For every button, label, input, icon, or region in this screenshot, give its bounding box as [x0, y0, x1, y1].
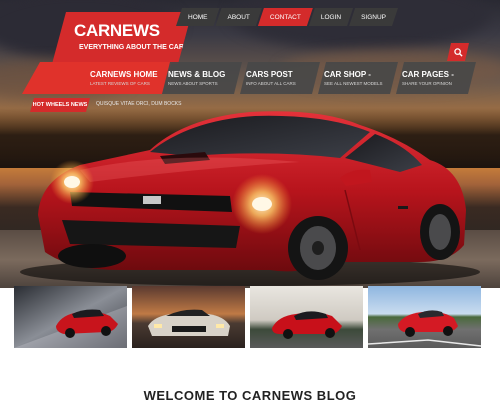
logo-name: CARNEWS	[74, 21, 160, 40]
logo-tagline: EVERYTHING ABOUT THE CARS	[79, 44, 189, 51]
top-nav-home[interactable]: HOME	[176, 8, 220, 26]
top-nav-login[interactable]: LOGIN	[309, 8, 353, 26]
main-nav: CARNEWS HOME LATEST REVIEWS OF CARS NEWS…	[84, 62, 474, 94]
main-nav-subtitle: LATEST REVIEWS OF CARS	[90, 81, 150, 86]
top-nav: HOME ABOUT CONTACT LOGIN SIGNUP	[180, 8, 398, 26]
welcome-title: WELCOME TO CARNEWS BLOG	[143, 388, 357, 400]
top-nav-signup[interactable]: SIGNUP	[349, 8, 398, 26]
main-nav-car-shop[interactable]: CAR SHOP - SEE ALL NEWEST MODELS	[318, 62, 398, 94]
main-nav-title: CAR PAGES -	[402, 70, 454, 79]
main-nav-subtitle: SHARE YOUR OPINION	[402, 81, 452, 86]
main-nav-title: CARS POST	[246, 70, 293, 79]
thumb-muscle-car[interactable]	[132, 286, 245, 348]
search-icon	[454, 48, 463, 57]
main-nav-carnews-home[interactable]: CARNEWS HOME LATEST REVIEWS OF CARS	[84, 62, 164, 94]
thumb-red-roadster[interactable]	[368, 286, 481, 348]
main-nav-subtitle: INFO ABOUT ALL CARS	[246, 81, 296, 86]
site-logo[interactable]: CARNEWS EVERYTHING ABOUT THE CARS	[52, 12, 192, 64]
top-nav-about[interactable]: ABOUT	[216, 8, 262, 26]
ticker-label: HOT WHEELS NEWS	[30, 98, 90, 112]
thumb-red-sedan[interactable]	[14, 286, 127, 348]
main-nav-subtitle: NEWS ABOUT SPORTS	[168, 81, 218, 86]
main-nav-news-blog[interactable]: NEWS & BLOG NEWS ABOUT SPORTS	[162, 62, 242, 94]
ticker-text[interactable]: QUISQUE VITAE ORCI, DUM BOCKS	[96, 101, 181, 107]
thumb-red-coupe[interactable]	[250, 286, 363, 348]
main-nav-title: NEWS & BLOG	[168, 70, 226, 79]
main-nav-cars-post[interactable]: CARS POST INFO ABOUT ALL CARS	[240, 62, 320, 94]
top-nav-contact[interactable]: CONTACT	[258, 8, 313, 26]
main-nav-title: CAR SHOP -	[324, 70, 371, 79]
main-nav-car-pages[interactable]: CAR PAGES - SHARE YOUR OPINION	[396, 62, 476, 94]
main-nav-subtitle: SEE ALL NEWEST MODELS	[324, 81, 383, 86]
main-nav-title: CARNEWS HOME	[90, 70, 158, 79]
